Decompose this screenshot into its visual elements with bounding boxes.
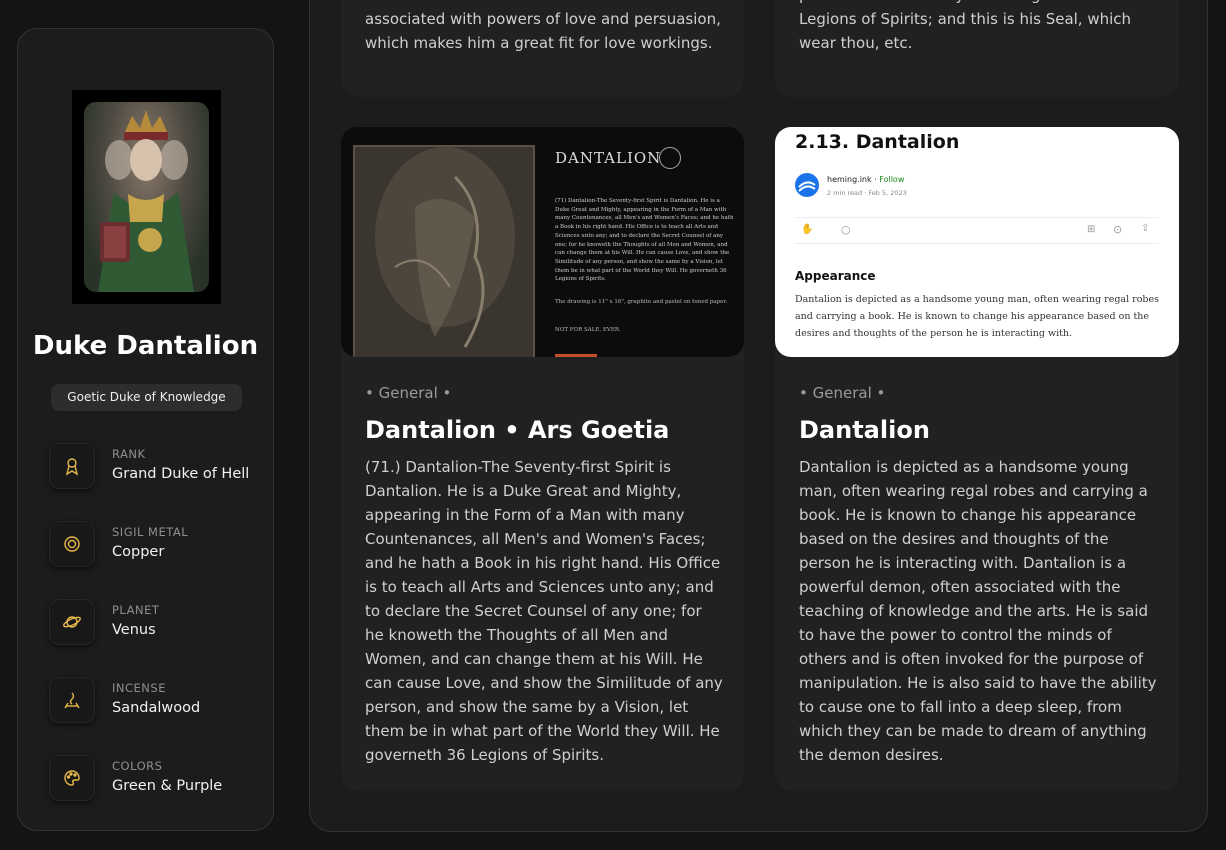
card-image-dantalion-artwork[interactable]: DANTALION (71) Dantalion-The Seventy-fir… — [341, 127, 744, 357]
attribute-value: Grand Duke of Hell — [112, 466, 250, 482]
article-text: Dantalion is depicted as a handsome youn… — [795, 294, 1159, 339]
card-body-text: (71.) Dantalion-The Seventy-first Spirit… — [365, 458, 723, 764]
article-section-heading: Appearance — [795, 269, 876, 283]
author-avatar — [795, 173, 819, 197]
card-partial-left[interactable]: associated with powers of love and persu… — [341, 0, 744, 97]
rank-icon — [49, 443, 95, 489]
card-image-article-screenshot[interactable]: 2.13. Dantalion heming.ink · Follow 2 mi… — [775, 127, 1179, 357]
attribute-value: Copper — [112, 544, 165, 560]
artwork-text: (71) Dantalion-The Seventy-first Spirit … — [555, 198, 734, 283]
share-icon[interactable]: ⇪ — [1141, 223, 1149, 234]
title-badge: Goetic Duke of Knowledge — [51, 384, 242, 411]
attribute-label: SIGIL METAL — [112, 525, 189, 539]
metal-icon — [49, 521, 95, 567]
attribute-colors: COLORS Green & Purple — [49, 755, 259, 801]
main-content-panel[interactable]: associated with powers of love and persu… — [309, 0, 1208, 832]
divider — [795, 243, 1159, 244]
attribute-label: PLANET — [112, 603, 160, 617]
attribute-rank: RANK Grand Duke of Hell — [49, 443, 259, 489]
attribute-value: Venus — [112, 622, 156, 638]
artwork-notice: NOT FOR SALE, EVER. — [555, 327, 621, 333]
divider — [795, 217, 1159, 218]
artwork-note: The drawing is 11" x 16", graphite and p… — [555, 299, 728, 305]
article-heading: 2.13. Dantalion — [795, 131, 960, 153]
sigil-icon — [659, 147, 681, 169]
card-body-text: part of the World they Will. He governet… — [799, 0, 1132, 52]
author-line: heming.ink · Follow — [827, 175, 905, 184]
article-actions: ✋ ○ ⊞ ⊙ ⇪ — [795, 223, 1159, 239]
card-title: Dantalion — [799, 416, 930, 444]
duke-name: Duke Dantalion — [32, 331, 259, 361]
publish-date: Feb 5, 2023 — [868, 189, 907, 197]
artwork-drawing — [353, 145, 535, 357]
attribute-incense: INCENSE Sandalwood — [49, 677, 259, 723]
category-label: General — [812, 384, 872, 402]
card-category: • General • — [799, 384, 886, 402]
attribute-value: Sandalwood — [112, 700, 201, 716]
card-ars-goetia[interactable]: DANTALION (71) Dantalion-The Seventy-fir… — [341, 127, 744, 791]
attribute-sigil-metal: SIGIL METAL Copper — [49, 521, 259, 567]
incense-icon — [49, 677, 95, 723]
planet-icon — [49, 599, 95, 645]
card-dantalion[interactable]: 2.13. Dantalion heming.ink · Follow 2 mi… — [775, 127, 1179, 791]
sidebar-profile: Duke Dantalion Goetic Duke of Knowledge … — [17, 28, 274, 831]
article-meta: 2 min read · Feb 5, 2023 — [827, 189, 907, 197]
card-category: • General • — [365, 384, 452, 402]
attribute-label: RANK — [112, 447, 146, 461]
follow-link[interactable]: Follow — [879, 175, 904, 184]
portrait-frame — [72, 90, 221, 304]
card-title: Dantalion • Ars Goetia — [365, 416, 670, 444]
card-partial-right[interactable]: part of the World they Will. He governet… — [775, 0, 1179, 97]
read-time: 2 min read — [827, 189, 863, 197]
bookmark-icon[interactable]: ⊞ — [1087, 224, 1095, 235]
author-name: heming.ink — [827, 175, 872, 184]
artwork-heading: DANTALION — [555, 149, 662, 167]
accent-bar — [555, 354, 597, 357]
play-icon[interactable]: ⊙ — [1113, 223, 1122, 236]
attribute-value: Green & Purple — [112, 778, 223, 794]
attribute-label: INCENSE — [112, 681, 166, 695]
card-body-text: Dantalion is depicted as a handsome youn… — [799, 458, 1157, 764]
duke-portrait-image — [84, 102, 209, 292]
attribute-planet: PLANET Venus — [49, 599, 259, 645]
clap-icon[interactable]: ✋ — [801, 224, 813, 235]
card-body-text: associated with powers of love and persu… — [365, 10, 721, 52]
attribute-label: COLORS — [112, 759, 163, 773]
palette-icon — [49, 755, 95, 801]
comment-icon[interactable]: ○ — [841, 223, 851, 236]
category-label: General — [378, 384, 438, 402]
